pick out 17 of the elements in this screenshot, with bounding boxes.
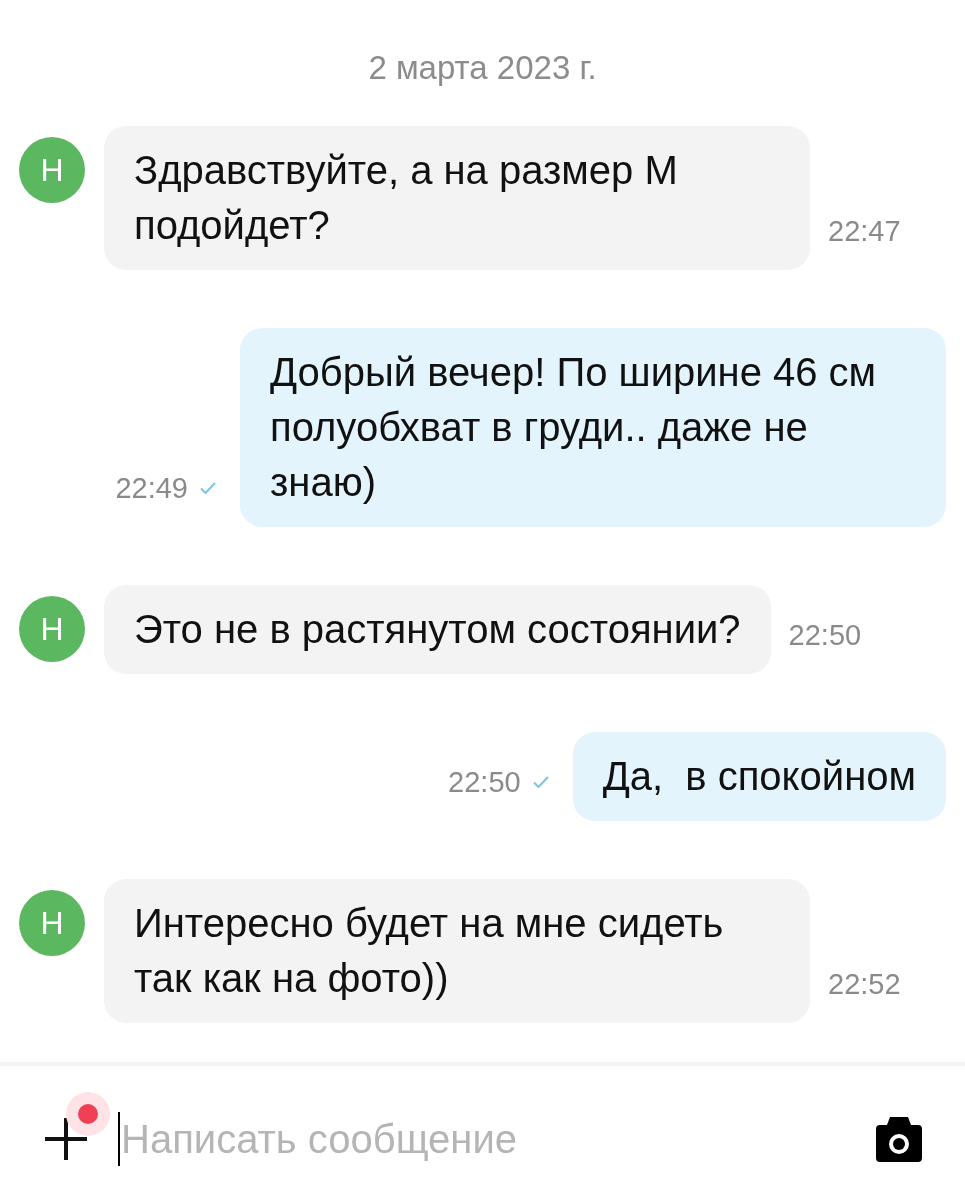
avatar[interactable]: Н [19,596,85,662]
avatar[interactable]: Н [19,137,85,203]
message-time: 22:49 [115,471,188,505]
message-time: 22:47 [828,214,901,248]
message-time: 22:52 [828,967,901,1001]
message-bubble: Да, в спокойном [572,732,946,821]
message-bubble: Это не в растянутом состоянии? [104,585,771,674]
message-bubble: Интересно будет на мне сидеть так как на фото)) [104,879,810,1023]
plus-icon[interactable] [45,1118,87,1160]
camera-icon[interactable] [876,1116,922,1162]
date-header: 2 марта 2023 г. [367,50,598,86]
avatar[interactable]: Н [19,890,85,956]
message-input[interactable]: Написать сообщение [118,1112,860,1166]
message-bubble: Добрый вечер! По ширине 46 см полуобхват в груди.. даже не знаю) [240,328,946,527]
message-time: 22:50 [448,765,521,799]
message-time: 22:50 [788,618,862,652]
message-bubble: Здравствуйте, а на размер М подойдет? [104,126,810,270]
